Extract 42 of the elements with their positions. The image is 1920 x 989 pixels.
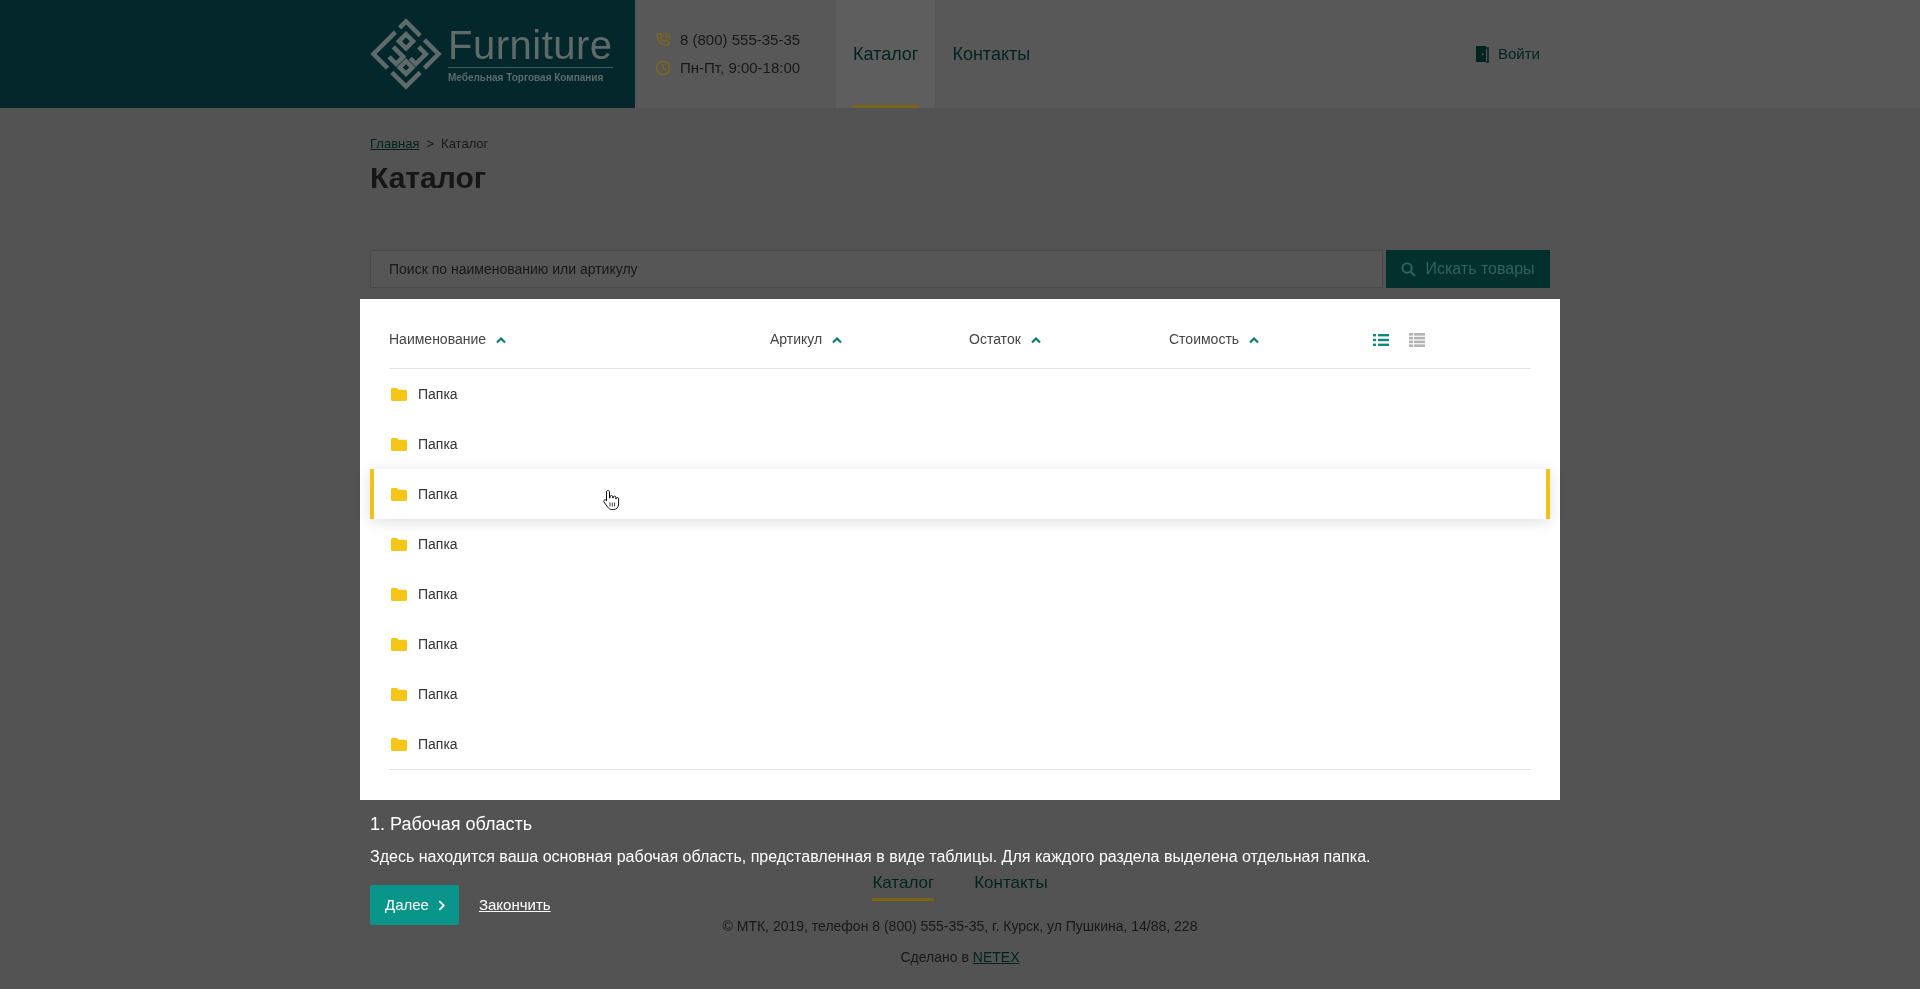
- table-row[interactable]: Папка: [370, 469, 1550, 519]
- finish-link[interactable]: Закончить: [478, 893, 551, 917]
- folder-icon: [391, 637, 407, 651]
- logo-tagline: Мебельная Торговая Компания: [448, 71, 605, 84]
- column-header[interactable]: Стоимость: [1169, 329, 1260, 350]
- search-icon: [1401, 261, 1417, 277]
- clock-icon: [655, 60, 671, 76]
- page-title: Каталог: [370, 160, 488, 196]
- chevron-right-icon: [437, 899, 445, 911]
- table-row[interactable]: Папка: [370, 419, 1550, 469]
- folder-icon: [391, 587, 407, 601]
- table-row[interactable]: Папка: [370, 619, 1550, 669]
- column-header[interactable]: Артикул: [770, 329, 843, 350]
- logo-icon: [370, 18, 442, 90]
- next-button[interactable]: Далее: [370, 885, 459, 925]
- folder-icon: [391, 387, 407, 401]
- folder-icon: [391, 537, 407, 551]
- table-row[interactable]: Папка: [370, 669, 1550, 719]
- made-by-text: Сделано в NETEX: [900, 949, 1020, 965]
- table-row[interactable]: Папка: [370, 369, 1550, 419]
- column-header[interactable]: Остаток: [969, 329, 1041, 350]
- folder-icon: [391, 487, 407, 501]
- list-view-icon[interactable]: [1373, 333, 1389, 346]
- search-field[interactable]: Поиск по наименованию или артикулу: [370, 250, 1383, 288]
- folder-icon: [391, 437, 407, 451]
- hand-cursor-icon: [602, 489, 620, 511]
- breadcrumb-current: Каталог: [441, 136, 489, 152]
- logo-text: Furniture: [448, 24, 613, 68]
- folder-icon: [391, 687, 407, 701]
- folder-icon: [391, 737, 407, 751]
- breadcrumb-separator: >: [426, 136, 435, 152]
- table-row[interactable]: Папка: [370, 719, 1550, 769]
- column-header[interactable]: Наименование: [389, 329, 507, 350]
- tour-text: Здесь находится ваша основная рабочая область, представленная в виде таблицы. Для каждого раздела выделена отдельная папка.: [370, 847, 1371, 867]
- copyright-text: © МТК, 2019, телефон 8 (800) 555-35-35, г. Курск, ул Пушкина, 14/88, 228: [722, 918, 1198, 934]
- phone-number: 8 (800) 555-35-35: [680, 31, 801, 49]
- phone-icon: [655, 32, 671, 48]
- tour-title: 1. Рабочая область: [370, 813, 534, 836]
- working-hours: Пн-Пт, 9:00-18:00: [680, 59, 801, 77]
- table-row[interactable]: Папка: [370, 519, 1550, 569]
- door-icon: [1475, 45, 1489, 63]
- table-row[interactable]: Папка: [370, 569, 1550, 619]
